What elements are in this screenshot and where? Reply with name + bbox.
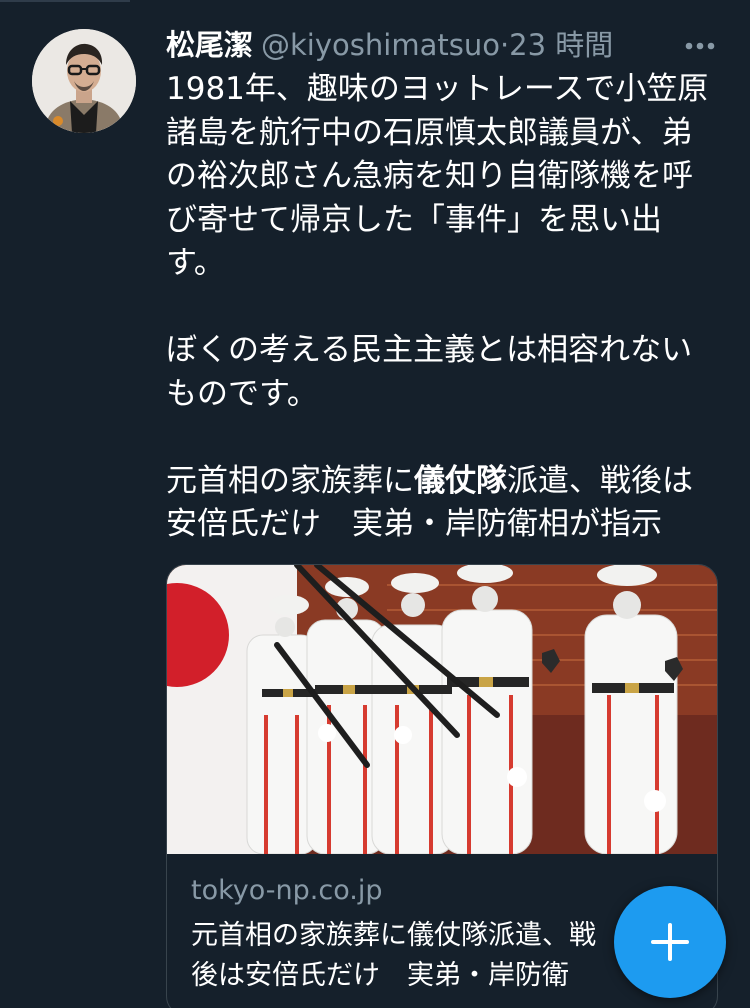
tweet-headline: 元首相の家族葬に儀仗隊派遣、戦後は 安倍氏だけ 実弟・岸防衛相が指示 xyxy=(166,460,726,547)
tweet-paragraph: ぼくの考える民主主義とは相容れない ものです。 xyxy=(166,332,693,412)
more-horizontal-icon[interactable] xyxy=(676,28,722,64)
tweet-timestamp[interactable]: 23 時間 xyxy=(509,28,613,62)
headline-highlight: 儀仗隊 xyxy=(414,462,507,499)
card-domain: tokyo-np.co.jp xyxy=(191,875,383,906)
top-divider xyxy=(0,0,130,2)
avatar[interactable] xyxy=(32,29,136,133)
compose-tweet-button[interactable] xyxy=(614,886,726,998)
tweet-paragraph: 1981年、趣味のヨットレースで小笠原 諸島を航行中の石原慎太郎議員が、弟 の裕… xyxy=(166,71,709,281)
tweet-text: 1981年、趣味のヨットレースで小笠原 諸島を航行中の石原慎太郎議員が、弟 の裕… xyxy=(166,68,726,547)
avatar-portrait-image xyxy=(32,29,136,133)
header-separator: · xyxy=(499,28,510,62)
headline-text: 元首相の家族葬に xyxy=(166,462,414,499)
timeline-screen: 松尾潔 @kiyoshimatsuo·23 時間 1981年、趣味のヨットレースで… xyxy=(0,0,750,1008)
plus-icon xyxy=(651,923,689,961)
card-image-honor-guard xyxy=(167,565,717,854)
tweet-header: 松尾潔 @kiyoshimatsuo·23 時間 xyxy=(166,22,726,68)
author-handle[interactable]: @kiyoshimatsuo xyxy=(261,28,500,62)
author-display-name[interactable]: 松尾潔 xyxy=(166,28,253,62)
